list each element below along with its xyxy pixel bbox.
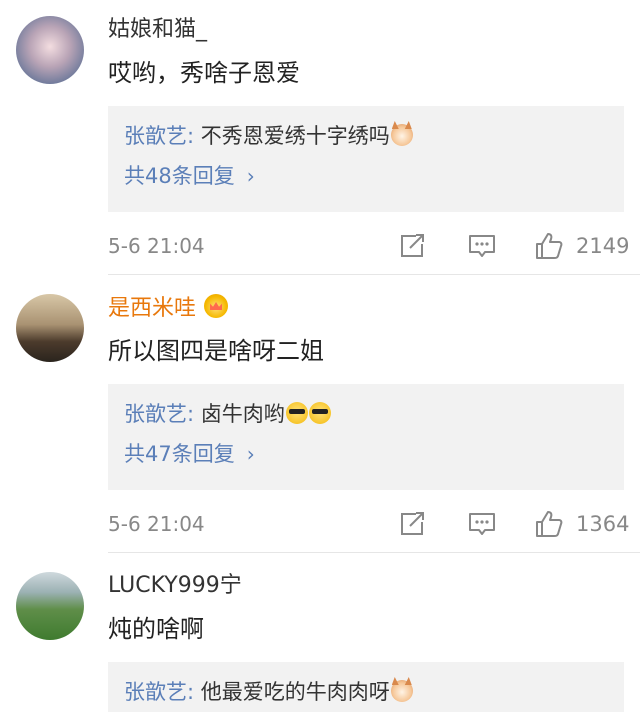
timestamp: 5-6 21:04 — [108, 234, 205, 258]
comment-text: 所以图四是啥呀二姐 — [108, 337, 324, 365]
comment-text: 炖的啥啊 — [108, 615, 204, 643]
sunglasses-emoji-icon — [285, 402, 308, 424]
like-count: 2149 — [576, 234, 630, 258]
reply-count-label: 共47条回复 — [124, 442, 235, 466]
chevron-right-icon: › — [246, 164, 255, 188]
reply-preview: 张歆艺: 不秀恩爱绣十字绣吗 — [124, 122, 413, 150]
comment-actions: 5-6 21:04 2149 — [0, 231, 640, 261]
username[interactable]: 姑娘和猫_ — [108, 16, 207, 44]
reply-text: 不秀恩爱绣十字绣吗 — [200, 124, 390, 148]
share-icon[interactable] — [397, 231, 427, 261]
avatar[interactable] — [16, 572, 84, 640]
reply-author[interactable]: 张歆艺: — [124, 402, 194, 426]
divider — [108, 274, 640, 275]
comment-actions: 5-6 21:04 1364 — [0, 509, 640, 539]
sunglasses-emoji-icon — [308, 402, 331, 424]
comment-icon[interactable] — [467, 231, 497, 261]
share-icon[interactable] — [397, 509, 427, 539]
avatar[interactable] — [16, 294, 84, 362]
crown-badge-icon — [204, 294, 229, 318]
cat-emoji-icon — [390, 680, 413, 702]
reply-author[interactable]: 张歆艺: — [124, 680, 194, 704]
divider — [108, 552, 640, 553]
reply-count-label: 共48条回复 — [124, 164, 235, 188]
thumbs-up-icon[interactable] — [534, 231, 564, 261]
reply-author[interactable]: 张歆艺: — [124, 124, 194, 148]
reply-text: 卤牛肉哟 — [200, 402, 285, 426]
username[interactable]: LUCKY999宁 — [108, 572, 242, 600]
view-replies-link[interactable]: 共47条回复 › — [124, 440, 255, 468]
comment-icon[interactable] — [467, 509, 497, 539]
cat-emoji-icon — [390, 124, 413, 146]
reply-text: 他最爱吃的牛肉肉呀 — [200, 680, 390, 704]
like-count: 1364 — [576, 512, 630, 536]
reply-preview: 张歆艺: 他最爱吃的牛肉肉呀 — [124, 678, 413, 706]
comment-item: 姑娘和猫_ 哎哟，秀啥子恩爱 张歆艺: 不秀恩爱绣十字绣吗 共48条回复 › 5-… — [0, 0, 640, 275]
username[interactable]: 是西米哇 — [108, 294, 229, 323]
reply-box[interactable]: 张歆艺: 他最爱吃的牛肉肉呀 — [108, 662, 624, 712]
username-label: 是西米哇 — [108, 296, 197, 321]
avatar[interactable] — [16, 16, 84, 84]
reply-preview: 张歆艺: 卤牛肉哟 — [124, 400, 331, 428]
reply-box[interactable]: 张歆艺: 不秀恩爱绣十字绣吗 共48条回复 › — [108, 106, 624, 212]
thumbs-up-icon[interactable] — [534, 509, 564, 539]
comment-text: 哎哟，秀啥子恩爱 — [108, 59, 300, 87]
view-replies-link[interactable]: 共48条回复 › — [124, 162, 255, 190]
reply-box[interactable]: 张歆艺: 卤牛肉哟 共47条回复 › — [108, 384, 624, 490]
chevron-right-icon: › — [246, 442, 255, 466]
timestamp: 5-6 21:04 — [108, 512, 205, 536]
